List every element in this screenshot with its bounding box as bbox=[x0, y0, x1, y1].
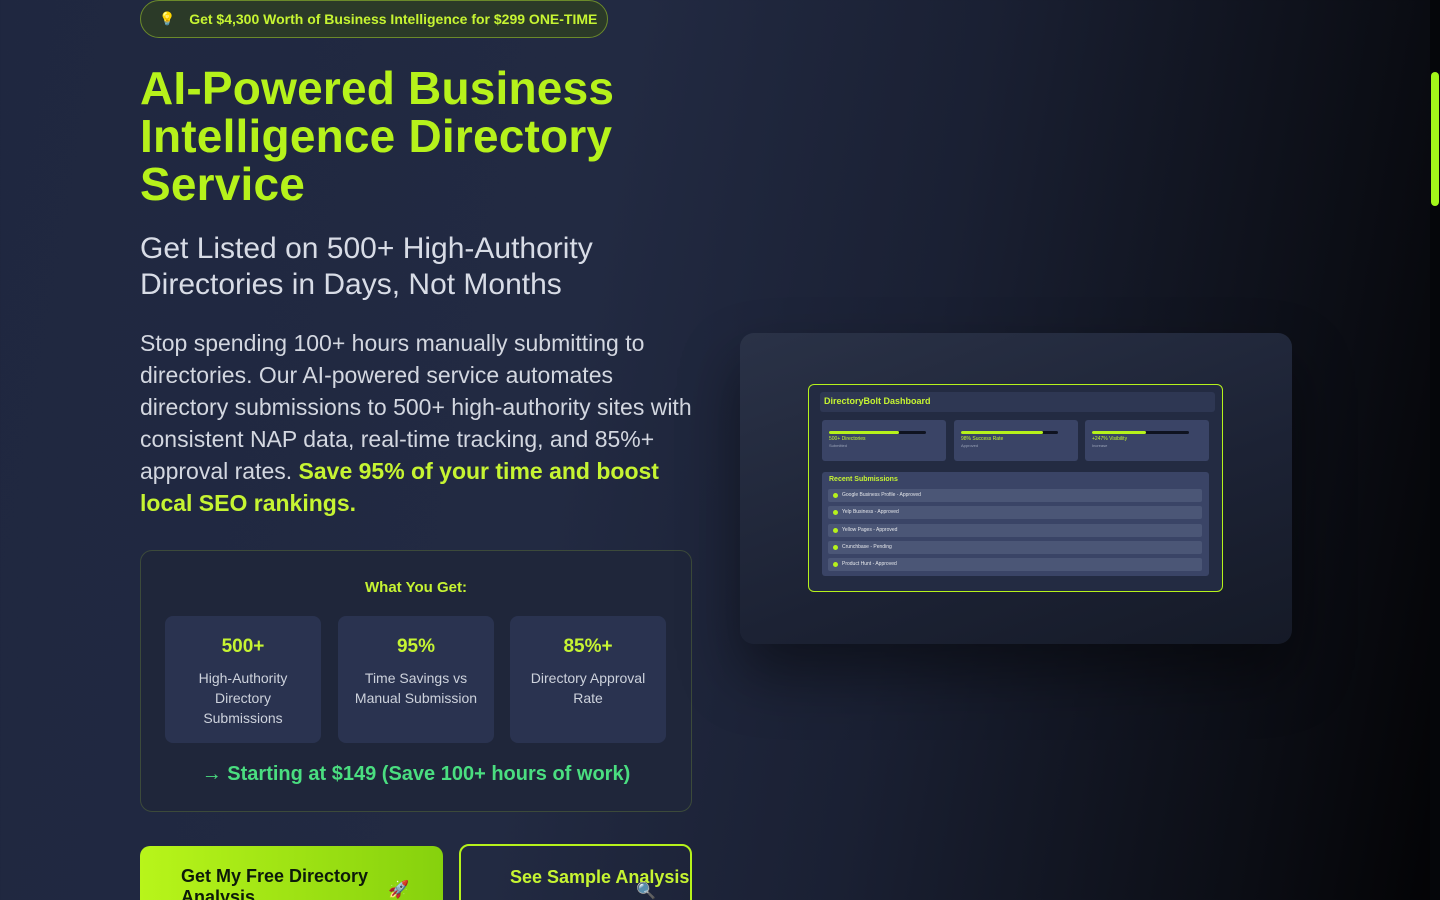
free-analysis-button[interactable]: Get My Free Directory Analysis 🚀 bbox=[140, 846, 443, 900]
stat-value: 95% bbox=[396, 636, 436, 657]
metric-card: +247% Visibility Increase bbox=[1085, 420, 1209, 461]
metric-progress-fill bbox=[1092, 431, 1147, 434]
what-you-get-box: What You Get: 500+ High-Authority Direct… bbox=[140, 550, 692, 812]
dashboard-title: DirectoryBolt Dashboard bbox=[820, 392, 1215, 412]
title-line: AI-Powered Business bbox=[140, 62, 615, 114]
rocket-icon: 🚀 bbox=[388, 880, 410, 899]
stat-value: 500+ bbox=[221, 636, 265, 657]
scrollbar-thumb[interactable] bbox=[1431, 72, 1439, 206]
promo-badge[interactable]: 💡 Get $4,300 Worth of Business Intellige… bbox=[140, 0, 608, 38]
status-dot-icon bbox=[833, 545, 838, 550]
title-line: Service bbox=[140, 158, 306, 210]
list-item: Crunchbase - Pending bbox=[828, 541, 1202, 554]
metric-progress-track bbox=[961, 431, 1058, 434]
stat-label: Directory Approval Rate bbox=[530, 670, 646, 706]
stat-card-approval-rate: 85%+ Directory Approval Rate bbox=[510, 616, 666, 743]
list-item: Yellow Pages - Approved bbox=[828, 524, 1202, 537]
metric-label: 500+ Directories bbox=[829, 436, 866, 442]
metric-progress-track bbox=[829, 431, 926, 434]
dashboard-preview: DirectoryBolt Dashboard 500+ Directories… bbox=[808, 384, 1223, 592]
metric-sub: Submitted bbox=[829, 443, 848, 448]
recent-submissions-panel: Recent Submissions Google Business Profi… bbox=[822, 472, 1209, 576]
metric-card: 98% Success Rate Approved bbox=[954, 420, 1078, 461]
metric-sub: Approved bbox=[961, 443, 979, 448]
stat-label: Time Savings vs Manual Submission bbox=[354, 670, 478, 706]
title-line: Intelligence Directory bbox=[140, 110, 613, 162]
list-item: Yelp Business - Approved bbox=[828, 506, 1202, 519]
stat-value: 85%+ bbox=[563, 636, 613, 657]
metric-label: 98% Success Rate bbox=[961, 436, 1004, 442]
submission-text: Google Business Profile - Approved bbox=[842, 492, 921, 498]
hero-description: Stop spending 100+ hours manually submit… bbox=[140, 327, 692, 519]
list-item: Product Hunt - Approved bbox=[828, 558, 1202, 571]
status-dot-icon bbox=[833, 528, 838, 533]
subtitle-line: Get Listed on 500+ High-Authority bbox=[140, 232, 593, 265]
what-you-get-title: What You Get: bbox=[365, 579, 467, 596]
status-dot-icon bbox=[833, 562, 838, 567]
submission-text: Yellow Pages - Approved bbox=[842, 527, 898, 533]
hero-subtitle: Get Listed on 500+ High-Authority Direct… bbox=[140, 231, 680, 303]
stat-card-time-savings: 95% Time Savings vs Manual Submission bbox=[338, 616, 494, 743]
status-dot-icon bbox=[833, 510, 838, 515]
submission-text: Product Hunt - Approved bbox=[842, 561, 897, 567]
status-dot-icon bbox=[833, 493, 838, 498]
metric-progress-fill bbox=[829, 431, 899, 434]
lightbulb-icon: 💡 bbox=[159, 11, 176, 26]
sample-analysis-button[interactable]: See Sample Analysis 🔍 bbox=[459, 844, 692, 900]
metric-progress-track bbox=[1092, 431, 1189, 434]
stat-label: High-Authority Directory Submissions bbox=[198, 670, 288, 726]
submission-text: Crunchbase - Pending bbox=[842, 544, 892, 550]
promo-text: Get $4,300 Worth of Business Intelligenc… bbox=[189, 11, 598, 27]
metric-label: +247% Visibility bbox=[1092, 436, 1128, 442]
starting-price: → Starting at $149 (Save 100+ hours of w… bbox=[201, 763, 631, 785]
dashboard-preview-card: DirectoryBolt Dashboard 500+ Directories… bbox=[740, 333, 1292, 644]
magnifier-icon: 🔍 bbox=[636, 883, 656, 900]
metric-progress-fill bbox=[961, 431, 1044, 434]
page-title: AI-Powered Business Intelligence Directo… bbox=[140, 64, 700, 208]
metric-card: 500+ Directories Submitted bbox=[822, 420, 946, 461]
subtitle-line: Directories in Days, Not Months bbox=[140, 268, 562, 301]
recent-submissions-title: Recent Submissions bbox=[829, 476, 898, 483]
metric-sub: Increase bbox=[1092, 443, 1108, 448]
stat-card-directories: 500+ High-Authority Directory Submission… bbox=[165, 616, 321, 743]
submission-text: Yelp Business - Approved bbox=[842, 509, 899, 515]
list-item: Google Business Profile - Approved bbox=[828, 489, 1202, 502]
sample-analysis-label: See Sample Analysis bbox=[510, 867, 690, 887]
